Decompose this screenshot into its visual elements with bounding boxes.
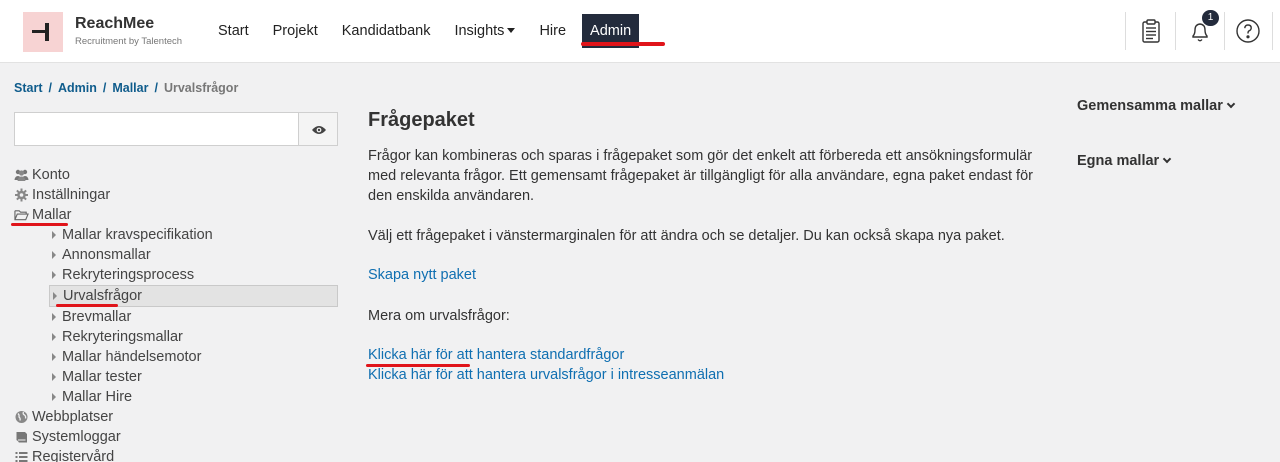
nav-hire[interactable]: Hire <box>531 14 574 48</box>
nav-start[interactable]: Start <box>210 14 257 48</box>
clipboard-icon[interactable] <box>1136 16 1166 46</box>
create-package-wrapper: Skapa nytt paket <box>368 265 1048 285</box>
breadcrumb-admin[interactable]: Admin <box>58 81 97 95</box>
brand: ReachMee Recruitment by Talentech <box>75 15 182 48</box>
sidebar-subitem-label: Annonsmallar <box>62 247 151 263</box>
nav-projekt[interactable]: Projekt <box>265 14 326 48</box>
reachmee-logo-icon[interactable] <box>23 12 63 52</box>
sidebar-item-systemloggar[interactable]: Systemloggar <box>14 427 344 447</box>
notification-badge: 1 <box>1202 10 1219 26</box>
page-title: Frågepaket <box>368 109 475 131</box>
header-divider <box>1175 12 1176 50</box>
highlight-underline <box>56 304 118 307</box>
eye-icon <box>312 126 326 134</box>
more-links: Klicka här för att hantera standardfrågo… <box>368 345 1048 385</box>
nav-kandidatbank[interactable]: Kandidatbank <box>334 14 439 48</box>
sidebar-tree: Konto Inställningar Mallar Mallar kravsp… <box>14 165 344 462</box>
sidebar-item-label: Systemloggar <box>32 429 121 445</box>
caret-right-icon <box>52 271 56 279</box>
sidebar-subitem-label: Urvalsfrågor <box>63 288 142 304</box>
caret-right-icon <box>52 231 56 239</box>
search-input[interactable] <box>14 112 299 146</box>
chevron-down-icon <box>1226 99 1236 109</box>
nav-insights[interactable]: Insights <box>446 14 523 48</box>
breadcrumb-start[interactable]: Start <box>14 81 42 95</box>
sidebar-subitem-annonsmallar[interactable]: Annonsmallar <box>14 245 344 265</box>
caret-right-icon <box>52 251 56 259</box>
list-icon <box>15 452 28 462</box>
own-templates-dropdown[interactable]: Egna mallar <box>1077 153 1172 169</box>
own-templates-label: Egna mallar <box>1077 153 1160 169</box>
help-icon[interactable] <box>1233 16 1263 46</box>
highlight-underline <box>366 364 470 367</box>
breadcrumb-mallar[interactable]: Mallar <box>112 81 148 95</box>
sidebar-subitem-label: Mallar Hire <box>62 389 133 405</box>
sidebar-item-label: Inställningar <box>32 187 111 203</box>
book-icon <box>16 432 27 443</box>
sidebar-item-installningar[interactable]: Inställningar <box>14 185 344 205</box>
globe-icon <box>15 411 28 423</box>
standard-questions-link[interactable]: Klicka här för att hantera standardfrågo… <box>368 347 624 363</box>
top-header: ReachMee Recruitment by Talentech Start … <box>0 0 1280 63</box>
sidebar-item-label: Webbplatser <box>32 409 114 425</box>
sidebar-subitem-label: Mallar händelsemotor <box>62 349 202 365</box>
search-toggle-button[interactable] <box>298 112 338 146</box>
header-divider <box>1224 12 1225 50</box>
header-divider <box>1272 12 1273 50</box>
chevron-down-icon <box>1162 154 1172 164</box>
sidebar-subitem-rekryteringsmallar[interactable]: Rekryteringsmallar <box>14 327 344 347</box>
sidebar-item-webbplatser[interactable]: Webbplatser <box>14 407 344 427</box>
shared-templates-label: Gemensamma mallar <box>1077 98 1223 114</box>
sidebar-subitem-label: Mallar tester <box>62 369 142 385</box>
brand-name: ReachMee <box>75 15 155 32</box>
caret-right-icon <box>53 292 57 300</box>
instruction-text: Välj ett frågepaket i vänstermarginalen … <box>368 228 1005 244</box>
highlight-underline <box>581 42 665 46</box>
caret-right-icon <box>52 313 56 321</box>
sidebar-item-konto[interactable]: Konto <box>14 165 344 185</box>
sidebar-subitem-label: Rekryteringsmallar <box>62 329 183 345</box>
caret-down-icon <box>507 27 516 33</box>
breadcrumb-current: Urvalsfrågor <box>163 81 239 95</box>
sidebar-subitem-rekryteringsprocess[interactable]: Rekryteringsprocess <box>14 265 344 285</box>
folder-open-icon <box>14 210 29 221</box>
sidebar-item-mallar[interactable]: Mallar <box>14 205 344 225</box>
interest-questions-link[interactable]: Klicka här för att hantera urvalsfrågor … <box>368 367 724 383</box>
sidebar-item-label: Mallar <box>32 207 72 223</box>
sidebar-subitem-label: Brevmallar <box>62 309 132 325</box>
caret-right-icon <box>52 393 56 401</box>
brand-subtitle: Recruitment by Talentech <box>75 36 183 47</box>
sidebar-item-label: Registervård <box>32 449 115 462</box>
sidebar-subitem-mallar-tester[interactable]: Mallar tester <box>14 367 344 387</box>
sidebar-subitem-mallar-kravspecifikation[interactable]: Mallar kravspecifikation <box>14 225 344 245</box>
header-divider <box>1125 12 1126 50</box>
sidebar-item-label: Konto <box>32 167 70 183</box>
create-package-link[interactable]: Skapa nytt paket <box>368 267 476 283</box>
gear-icon <box>15 188 28 202</box>
sidebar-item-registervard[interactable]: Registervård <box>14 447 344 462</box>
sidebar-subitem-mallar-hire[interactable]: Mallar Hire <box>14 387 344 407</box>
caret-right-icon <box>52 333 56 341</box>
intro-text: Frågor kan kombineras och sparas i fråge… <box>368 148 1033 204</box>
caret-right-icon <box>52 373 56 381</box>
highlight-underline <box>11 223 68 226</box>
more-about-label: Mera om urvalsfrågor: <box>368 308 510 324</box>
sidebar-subitem-brevmallar[interactable]: Brevmallar <box>14 307 344 327</box>
breadcrumb: Start / Admin / Mallar / Urvalsfrågor <box>14 81 239 95</box>
caret-right-icon <box>52 353 56 361</box>
users-icon <box>14 169 29 181</box>
sidebar-subitem-mallar-handelsemotor[interactable]: Mallar händelsemotor <box>14 347 344 367</box>
sidebar-subitem-label: Rekryteringsprocess <box>62 267 195 283</box>
nav-insights-label: Insights <box>454 23 505 39</box>
shared-templates-dropdown[interactable]: Gemensamma mallar <box>1077 98 1236 114</box>
sidebar-subitem-label: Mallar kravspecifikation <box>62 227 213 243</box>
